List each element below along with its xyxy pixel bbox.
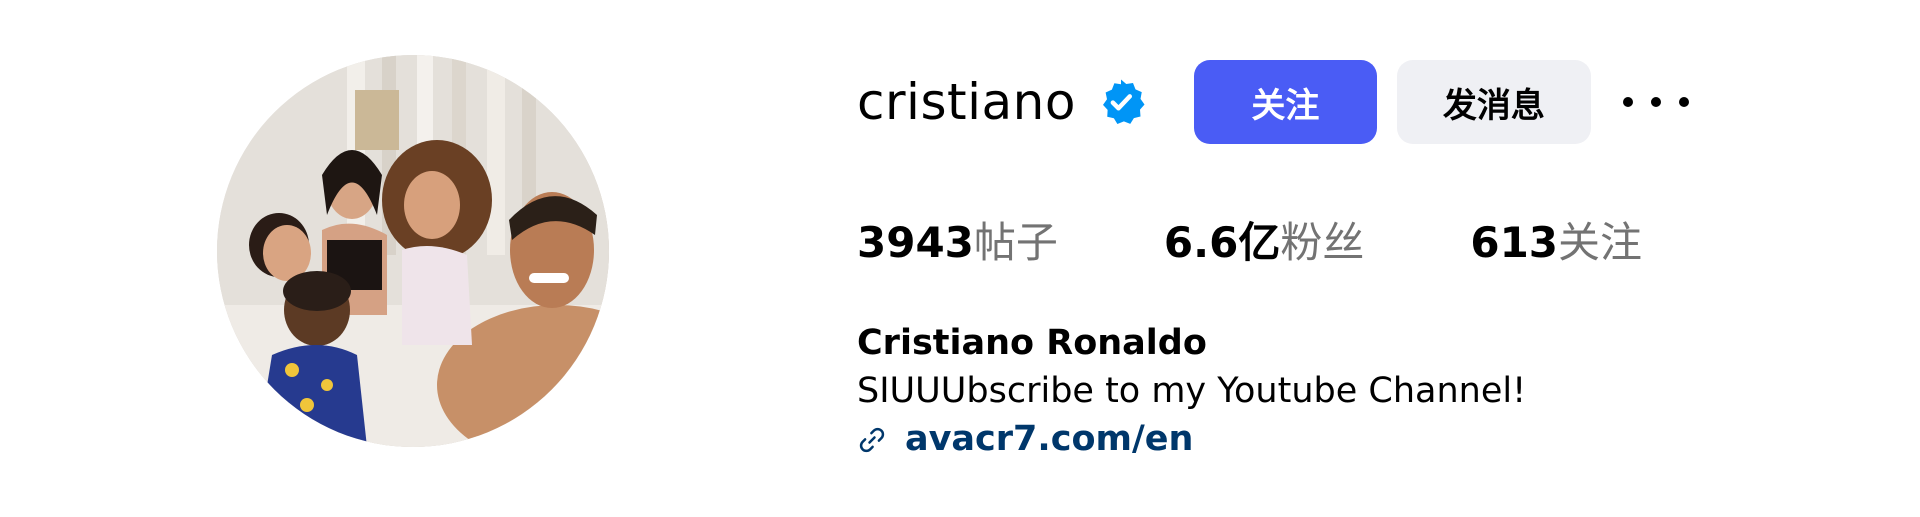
- message-button[interactable]: 发消息: [1396, 60, 1591, 144]
- more-dot: [1622, 97, 1633, 107]
- more-dot: [1678, 97, 1689, 107]
- full-name: Cristiano Ronaldo: [857, 323, 1207, 363]
- avatar-photo: [217, 55, 609, 447]
- following-count: 613: [1470, 218, 1559, 267]
- followers-count: 6.6亿: [1163, 218, 1281, 267]
- posts-label: 帖子: [973, 218, 1058, 267]
- profile-avatar[interactable]: [217, 55, 609, 447]
- profile-stats: 3943 帖子 6.6亿 粉丝 613 关注: [857, 222, 1642, 264]
- posts-count: 3943: [857, 218, 974, 267]
- more-dot: [1650, 97, 1661, 107]
- verified-badge-icon: [1096, 77, 1146, 127]
- bio-text: SIUUUbscribe to my Youtube Channel!: [857, 371, 1527, 411]
- username: cristiano: [857, 73, 1076, 131]
- following-stat[interactable]: 613 关注: [1470, 222, 1642, 264]
- link-url: avacr7.com/en: [905, 419, 1194, 459]
- more-options-icon[interactable]: [1622, 82, 1689, 122]
- posts-stat[interactable]: 3943 帖子: [857, 222, 1058, 264]
- followers-stat[interactable]: 6.6亿 粉丝: [1164, 222, 1364, 264]
- following-label: 关注: [1558, 218, 1643, 267]
- profile-header: cristiano 关注 发消息: [857, 60, 1689, 144]
- link-icon: [857, 425, 887, 455]
- profile-bio: Cristiano Ronaldo SIUUUbscribe to my You…: [857, 326, 1526, 457]
- follow-button[interactable]: 关注: [1193, 60, 1377, 144]
- external-link[interactable]: avacr7.com/en: [857, 422, 1526, 457]
- followers-label: 粉丝: [1280, 218, 1365, 267]
